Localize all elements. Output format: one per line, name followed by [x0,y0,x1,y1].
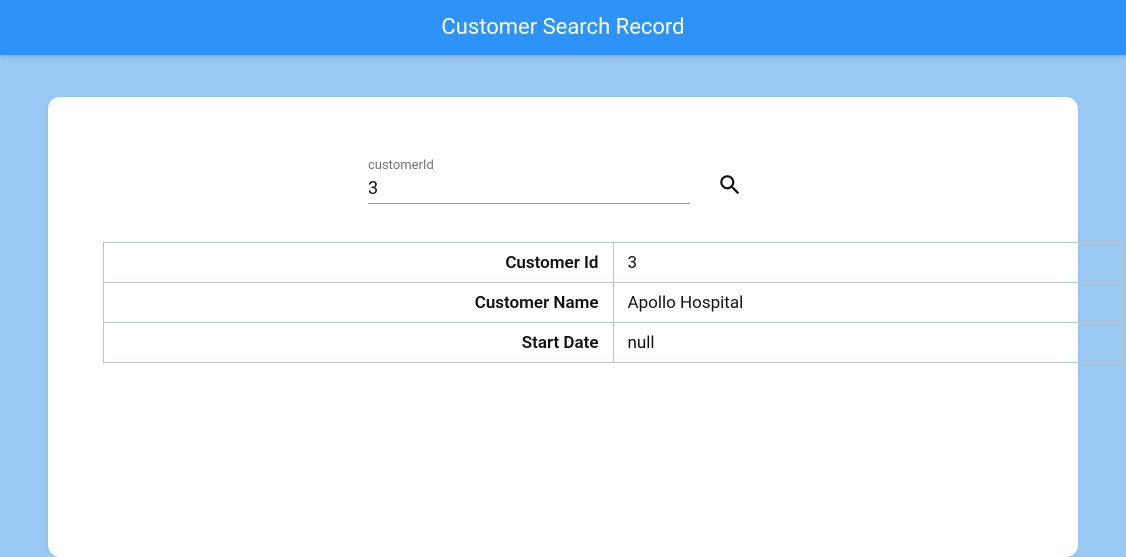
page-body: customerId Customer Id 3 Customer Name [0,55,1126,557]
app-header: Customer Search Record [0,0,1126,55]
table-row: Customer Name Apollo Hospital [104,283,1123,323]
search-card: customerId Customer Id 3 Customer Name [48,97,1078,557]
row-label: Customer Name [104,283,614,323]
row-label: Customer Id [104,243,614,283]
row-value: 3 [613,243,1123,283]
page-title: Customer Search Record [441,15,684,40]
result-table: Customer Id 3 Customer Name Apollo Hospi… [103,242,1123,363]
customer-id-label: customerId [368,159,690,172]
row-value: Apollo Hospital [613,283,1123,323]
customer-id-field-wrap: customerId [368,159,690,204]
row-label: Start Date [104,323,614,363]
search-button[interactable] [708,164,752,208]
search-icon [717,172,743,201]
search-row: customerId [368,159,1078,204]
customer-id-input[interactable] [368,176,690,204]
result-table-wrap: Customer Id 3 Customer Name Apollo Hospi… [48,242,1078,363]
table-row: Start Date null [104,323,1123,363]
table-row: Customer Id 3 [104,243,1123,283]
row-value: null [613,323,1123,363]
